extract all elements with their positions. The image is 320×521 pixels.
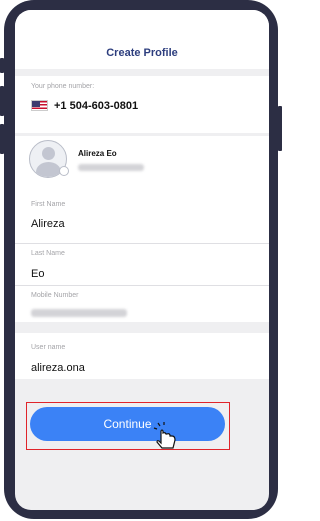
profile-name: Alireza Eo	[78, 149, 117, 158]
last-name-field[interactable]: Eo	[31, 268, 44, 280]
username-field[interactable]: alireza.ona	[31, 362, 85, 374]
divider	[15, 285, 269, 286]
side-button-mute	[0, 58, 4, 73]
page-title: Create Profile	[106, 47, 178, 59]
mobile-number-field[interactable]	[31, 309, 127, 317]
continue-button[interactable]: Continue	[30, 407, 225, 441]
divider	[15, 243, 269, 244]
first-name-label: First Name	[31, 201, 66, 208]
form-section: First Name Alireza Last Name Eo Mobile N…	[15, 197, 269, 322]
last-name-label: Last Name	[31, 250, 65, 257]
side-button-power	[278, 106, 282, 151]
app-header: Create Profile	[15, 10, 269, 69]
first-name-field[interactable]: Alireza	[31, 218, 65, 230]
phone-number: +1 504-603-0801	[54, 100, 139, 112]
username-label: User name	[31, 344, 66, 351]
avatar-edit-icon[interactable]	[59, 166, 69, 176]
hand-pointer-icon	[153, 422, 176, 449]
mobile-number-label: Mobile Number	[31, 292, 79, 299]
us-flag-icon	[31, 100, 48, 111]
side-button-volume-down	[0, 124, 4, 154]
profile-phone-blurred	[78, 164, 144, 171]
phone-label: Your phone number:	[31, 83, 95, 90]
username-section: User name alireza.ona	[15, 333, 269, 379]
phone-section: Your phone number: +1 504-603-0801	[15, 76, 269, 133]
side-button-volume-up	[0, 86, 4, 116]
profile-card: Alireza Eo	[15, 136, 269, 197]
